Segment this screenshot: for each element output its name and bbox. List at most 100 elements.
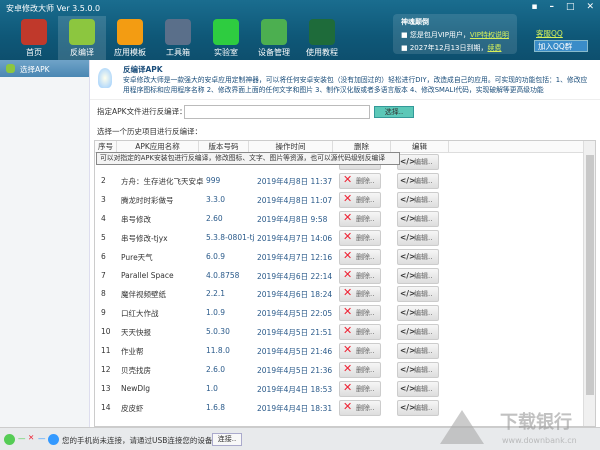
toolbar-icon [165,19,191,45]
table-row[interactable]: 10 天天快报 5.0.30 2019年4月5日 21:51 ✕ 删除.. </> 编辑.. [95,323,583,342]
history-table: 序号 APK应用名称 版本号码 操作时间 删除 编辑 可以对指定的APK安装包进… [94,140,596,427]
edit-label: 编辑.. [414,214,433,223]
delete-button[interactable]: ✕删除.. [339,362,381,378]
cell: 2019年4月8日 11:07 [257,195,333,205]
toolbar-icon [69,19,95,45]
delete-icon: ✕ [343,362,353,375]
renew-link[interactable]: 续费 [487,44,501,52]
toolbar-item-5[interactable]: 设备管理 [250,16,298,60]
toolbar-item-4[interactable]: 实验室 [202,16,250,60]
delete-button[interactable]: ✕删除.. [339,229,381,246]
edit-button[interactable]: </> 编辑.. [397,173,439,189]
edit-button[interactable]: </> 编辑.. [397,399,439,416]
feedback-icon[interactable]: ▪ [531,2,537,12]
edit-button[interactable]: </> 编辑.. [397,286,439,303]
toolbar-icon [213,19,239,45]
toolbar-item-6[interactable]: 使用教程 [298,16,346,60]
cell: 1.0.9 [206,308,226,318]
delete-button[interactable]: ✕删除.. [339,286,381,303]
intro-panel: 反编译APK 安卓修改大师是一款强大的安卓应用定制神器，可以将任何安卓安装包（没… [90,60,600,100]
col-version[interactable]: 版本号码 [199,141,249,152]
delete-button[interactable]: ✕删除.. [339,173,381,189]
delete-label: 删除.. [356,252,375,261]
delete-label: 删除.. [356,177,375,185]
col-index[interactable]: 序号 [95,141,117,152]
delete-button[interactable]: ✕删除.. [339,267,381,284]
code-icon: </> [400,365,416,374]
cell: 2019年4月5日 21:46 [257,347,333,357]
table-row[interactable]: 6 Pure天气 6.0.9 2019年4月7日 12:16 ✕ 删除.. </> 编辑.. [95,248,583,267]
toolbar-label: 使用教程 [306,48,338,57]
edit-button[interactable]: </> 编辑.. [397,248,439,265]
col-edit[interactable]: 编辑 [391,141,449,152]
cell: 5 [101,232,106,242]
edit-button[interactable]: </> 编辑.. [397,210,439,227]
delete-button[interactable]: ✕删除.. [339,191,381,208]
sidebar-item-select-apk[interactable]: 选择APK [0,60,89,77]
cell: 1.0 [206,383,218,393]
table-row[interactable]: 13 NewDlg 1.0 2019年4月4日 18:53 ✕ 删除.. </> 编辑.. [95,380,583,399]
delete-button[interactable]: ✕删除.. [339,324,381,341]
delete-icon: ✕ [343,380,353,394]
toolbar-item-1[interactable]: 反编译 [58,16,106,60]
edit-button[interactable]: </> 编辑.. [397,305,439,322]
edit-button[interactable]: </> 编辑.. [397,380,439,397]
cell: 方舟：生存进化飞天安卓 [121,177,204,186]
delete-button[interactable]: ✕删除.. [339,210,381,227]
toolbar-item-0[interactable]: 首页 [10,16,58,60]
connect-button[interactable]: 连接.. [212,433,242,446]
scrollbar-thumb[interactable] [586,155,594,395]
edit-button[interactable]: </> 编辑.. [397,229,439,246]
table-row[interactable]: 4 串号修改 2.60 2019年4月8日 9:58 ✕ 删除.. </> 编辑.. [95,210,583,229]
vip-info-link[interactable]: VIP特权说明 [470,31,509,39]
close-button[interactable]: ✕ [586,2,594,12]
scrollbar[interactable] [583,141,595,426]
choose-file-button[interactable]: 选择.. [374,106,414,118]
toolbar-label: 设备管理 [258,48,290,57]
edit-button[interactable]: </> 编辑.. [397,324,439,341]
toolbar-item-2[interactable]: 应用模板 [106,16,154,60]
table-row[interactable]: 8 魔伴视频壁纸 2.2.1 2019年4月6日 18:24 ✕ 删除.. </> 编辑.. [95,285,583,304]
col-time[interactable]: 操作时间 [249,141,333,152]
code-icon: </> [400,289,416,299]
service-qq-link[interactable]: 客服QQ [536,28,563,39]
apk-path-input[interactable] [184,105,370,119]
table-row[interactable]: 11 作业帮 11.8.0 2019年4月5日 21:46 ✕ 删除.. </> 编辑.. [95,342,583,361]
header: 安卓修改大师 Ver 3.5.0.0 ▪ – □ ✕ 首页 反编译 应用模板 工具箱 实… [0,0,600,60]
code-icon: </> [400,251,416,261]
delete-icon: ✕ [343,343,353,357]
edit-label: 编辑.. [414,384,433,393]
join-qq-group-button[interactable]: 加入QQ群 [534,40,588,52]
table-row[interactable]: 7 Parallel Space 4.0.8758 2019年4月6日 22:14 ✕ 删… [95,267,583,286]
edit-button[interactable]: </> 编辑.. [397,343,439,360]
delete-button[interactable]: ✕删除.. [339,399,381,416]
code-icon: </> [400,346,416,356]
maximize-button[interactable]: □ [566,2,575,12]
table-row[interactable]: 2 方舟：生存进化飞天安卓 999 2019年4月8日 11:37 ✕ 删除.. </> 编辑… [95,172,583,191]
col-name[interactable]: APK应用名称 [117,141,199,152]
table-row[interactable]: 9 口红大作战 1.0.9 2019年4月5日 22:05 ✕ 删除.. </> 编辑.. [95,304,583,323]
delete-button[interactable]: ✕删除.. [339,305,381,322]
cell: 串号修改 [121,214,151,224]
col-delete[interactable]: 删除 [333,141,391,152]
edit-button[interactable]: </> 编辑.. [397,154,439,170]
delete-button[interactable]: ✕删除.. [339,248,381,265]
cell: 皮皮虾 [121,403,144,413]
table-row[interactable]: 5 串号修改-tjyx 5.3.8-0801-tj 2019年4月7日 14:06 ✕ 删… [95,229,583,248]
edit-button[interactable]: </> 编辑.. [397,191,439,208]
vip-title: 神魂颠倒 [401,18,429,26]
minimize-button[interactable]: – [549,2,554,12]
delete-button[interactable]: ✕删除.. [339,380,381,397]
edit-button[interactable]: </> 编辑.. [397,362,439,378]
delete-button[interactable]: ✕删除.. [339,343,381,360]
edit-button[interactable]: </> 编辑.. [397,267,439,284]
cell: 2 [101,176,106,185]
table-row[interactable]: 12 贝壳找房 2.6.0 2019年4月5日 21:36 ✕ 删除.. </> 编辑.. [95,361,583,380]
cell: 12 [101,365,111,374]
computer-icon [48,434,59,445]
toolbar-item-3[interactable]: 工具箱 [154,16,202,60]
disconnected-icon: ✕ [28,433,35,442]
edit-label: 编辑.. [414,271,433,280]
edit-label: 编辑.. [414,347,433,356]
table-row[interactable]: 3 腾龙时时彩做号 3.3.0 2019年4月8日 11:07 ✕ 删除.. </> 编辑.. [95,191,583,210]
